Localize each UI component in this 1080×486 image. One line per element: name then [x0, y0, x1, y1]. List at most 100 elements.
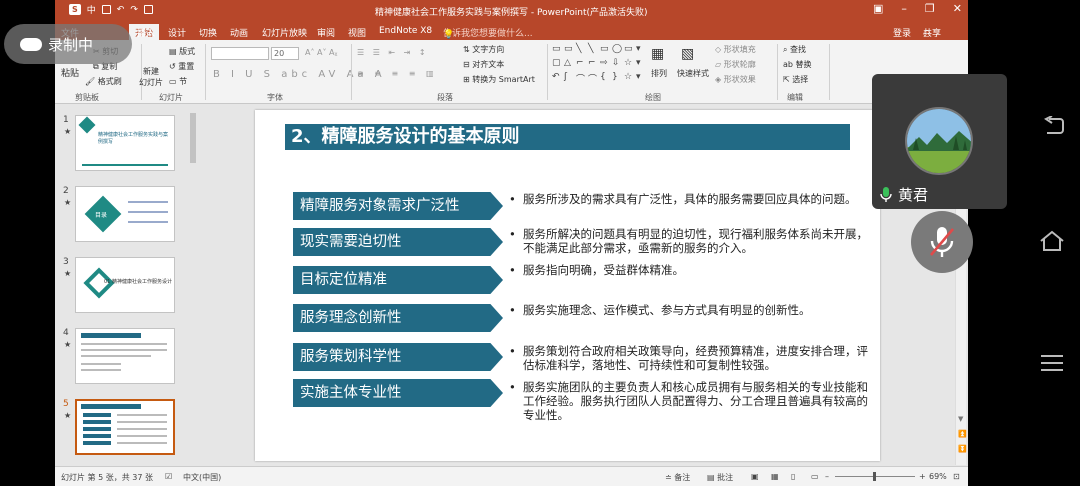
zoom-level[interactable]: 69%	[929, 472, 947, 481]
ribbon-display-icon[interactable]: ▣	[873, 2, 883, 15]
arrange-icon[interactable]: ▦	[651, 46, 664, 62]
shape-effects-label: 形状效果	[723, 75, 756, 84]
paste-button[interactable]: 粘贴	[61, 66, 79, 79]
start-slideshow-icon[interactable]	[143, 5, 153, 14]
comments-label: 批注	[717, 473, 734, 482]
principle-text: 服务策划符合政府相关政策导向，经费预算精准，进度安排合理，评估标准科学，落地性、…	[523, 344, 868, 372]
scroll-down-icon[interactable]: ▼	[958, 415, 963, 423]
slide-thumbnail-2[interactable]: 目录	[75, 186, 175, 242]
text-direction-label: 文字方向	[472, 45, 505, 54]
principle-label: 精障服务对象需求广泛性	[293, 192, 503, 220]
list-buttons[interactable]: ☰ ☰ ⇤ ⇥ ↕	[357, 48, 429, 57]
tab-slideshow[interactable]: 幻灯片放映	[262, 26, 307, 39]
undo-icon[interactable]: ↶	[117, 5, 125, 15]
zoom-out-icon[interactable]: –	[825, 472, 829, 481]
font-size-field[interactable]: 20	[271, 47, 299, 60]
close-icon[interactable]: ✕	[953, 2, 962, 15]
comments-button[interactable]: ▤ 批注	[707, 472, 733, 483]
shape-fill-button[interactable]: ◇ 形状填充	[715, 44, 756, 55]
text-direction-button[interactable]: ⇅ 文字方向	[463, 44, 504, 55]
save-icon[interactable]	[101, 5, 111, 14]
shape-outline-button[interactable]: ▱ 形状轮廓	[715, 59, 756, 70]
principle-text: 服务所解决的问题具有明显的迫切性，现行福利服务体系尚未开展，不能满足此部分需求，…	[523, 227, 868, 255]
slide-canvas[interactable]: 2、精障服务设计的基本原则 精障服务对象需求广泛性 • 服务所涉及的需求具有广泛性，…	[255, 110, 880, 461]
tab-view[interactable]: 视图	[348, 26, 366, 39]
zoom-slider-knob[interactable]	[873, 472, 876, 481]
tab-review[interactable]: 审阅	[317, 26, 335, 39]
find-label: 查找	[790, 45, 807, 54]
powerpoint-window: S 中 ↶ ↷ 精神健康社会工作服务实践与案例撰写 - PowerPoint(产…	[55, 0, 968, 486]
slide-thumbnail-1[interactable]: 精神健康社会工作服务实践与案例撰写	[75, 115, 175, 171]
quick-styles-icon[interactable]: ▧	[681, 46, 694, 62]
fit-slide-icon[interactable]: ⊡	[953, 472, 960, 481]
normal-view-icon[interactable]: ▣	[751, 472, 759, 481]
section-button[interactable]: ▭ 节	[169, 76, 187, 87]
participant-video-tile[interactable]: 黄君	[872, 74, 1007, 209]
sorter-view-icon[interactable]: ▦	[771, 472, 779, 481]
thumb-title: 精神健康社会工作服务实践与案例撰写	[98, 132, 169, 145]
tab-endnote[interactable]: EndNote X8	[379, 26, 432, 36]
format-painter-button[interactable]: 🖌 格式刷	[85, 76, 122, 87]
layout-button[interactable]: ▤ 版式	[169, 46, 195, 57]
thumb-line	[117, 421, 167, 423]
slide-thumbnail-4[interactable]	[75, 328, 175, 384]
recording-indicator[interactable]: 录制中	[4, 24, 132, 64]
new-slide-button[interactable]: 新建 幻灯片	[139, 66, 163, 88]
find-button[interactable]: ⌕ 查找	[783, 44, 806, 55]
back-icon[interactable]	[1041, 116, 1065, 136]
scroll-thumb[interactable]	[190, 113, 196, 163]
share-button[interactable]: ⚇ 共享	[923, 26, 941, 40]
principle-description: • 服务指向明确，受益群体精准。	[509, 263, 879, 277]
replace-button[interactable]: ab 替换	[783, 59, 812, 70]
redo-icon[interactable]: ↷	[130, 5, 138, 15]
select-button[interactable]: ⇱ 选择	[783, 74, 808, 85]
smartart-button[interactable]: ⊞ 转换为 SmartArt	[463, 74, 535, 85]
menu-icon[interactable]	[1041, 354, 1063, 372]
tab-animations[interactable]: 动画	[230, 26, 248, 39]
reset-button[interactable]: ↺ 重置	[169, 61, 194, 72]
alignment-buttons[interactable]: ≡ ≡ ≡ ≡ ▥	[357, 69, 438, 78]
reading-view-icon[interactable]: ▯	[791, 472, 795, 481]
home-icon[interactable]	[1039, 230, 1065, 252]
tell-me-text: 告诉我您想要做什么...	[443, 29, 533, 39]
principle-label: 服务理念创新性	[293, 304, 503, 332]
screen: S 中 ↶ ↷ 精神健康社会工作服务实践与案例撰写 - PowerPoint(产…	[0, 0, 1080, 486]
bullet: •	[509, 263, 516, 277]
restore-icon[interactable]: ❐	[925, 2, 935, 15]
tab-insert[interactable]: 插入	[137, 26, 155, 39]
tell-me-box[interactable]: 💡 告诉我您想要做什么...	[443, 26, 533, 40]
shapes-gallery[interactable]: ▭ ▭ ╲ ╲ ▭ ◯ ▭ ▾ ▢ △ ⌐ ⌐ ⇨ ⇩ ☆ ▾ ↶ ʃ ⌒ ⌒{} ☆ ▾	[552, 44, 648, 86]
shape-effects-button[interactable]: ◈ 形状效果	[715, 74, 756, 85]
quick-styles-button[interactable]: 快速样式	[677, 68, 709, 79]
bullet: •	[509, 227, 516, 241]
notes-button[interactable]: ≐ 备注	[665, 472, 690, 483]
avatar	[905, 107, 973, 175]
zoom-in-icon[interactable]: +	[919, 472, 926, 481]
language-indicator[interactable]: 中文(中国)	[183, 472, 221, 483]
slide-thumbnail-5[interactable]	[75, 399, 175, 455]
spelling-icon[interactable]: ☑	[165, 472, 172, 481]
slideshow-view-icon[interactable]: ▭	[811, 472, 819, 481]
slide-number: 3	[63, 257, 69, 267]
slide-thumbnail-3[interactable]: 01 精神健康社会工作服务设计	[75, 257, 175, 313]
thumb-box	[83, 427, 111, 431]
login-link[interactable]: 登录	[893, 26, 911, 39]
font-name-field[interactable]	[211, 47, 269, 60]
window-controls: ▣ – ❐ ✕	[873, 2, 962, 15]
tab-design[interactable]: 设计	[168, 26, 186, 39]
next-slide-icon[interactable]: ⏬	[958, 445, 967, 453]
animation-star-icon: ★	[64, 411, 72, 420]
thumb-line	[81, 369, 121, 371]
thumbnail-scrollbar[interactable]	[189, 105, 197, 465]
tab-transitions[interactable]: 切换	[199, 26, 217, 39]
thumb-line	[117, 428, 167, 430]
minimize-icon[interactable]: –	[901, 2, 907, 15]
prev-slide-icon[interactable]: ⏫	[958, 430, 967, 438]
mute-microphone-button[interactable]	[911, 211, 973, 273]
font-grow-icons[interactable]: A˄ A˅ Aᵪ	[305, 48, 337, 57]
align-text-button[interactable]: ⊟ 对齐文本	[463, 59, 504, 70]
thumb-heading	[81, 333, 141, 338]
thumb-box	[83, 420, 111, 424]
ime-indicator[interactable]: 中	[87, 3, 96, 16]
arrange-button[interactable]: 排列	[651, 68, 667, 79]
